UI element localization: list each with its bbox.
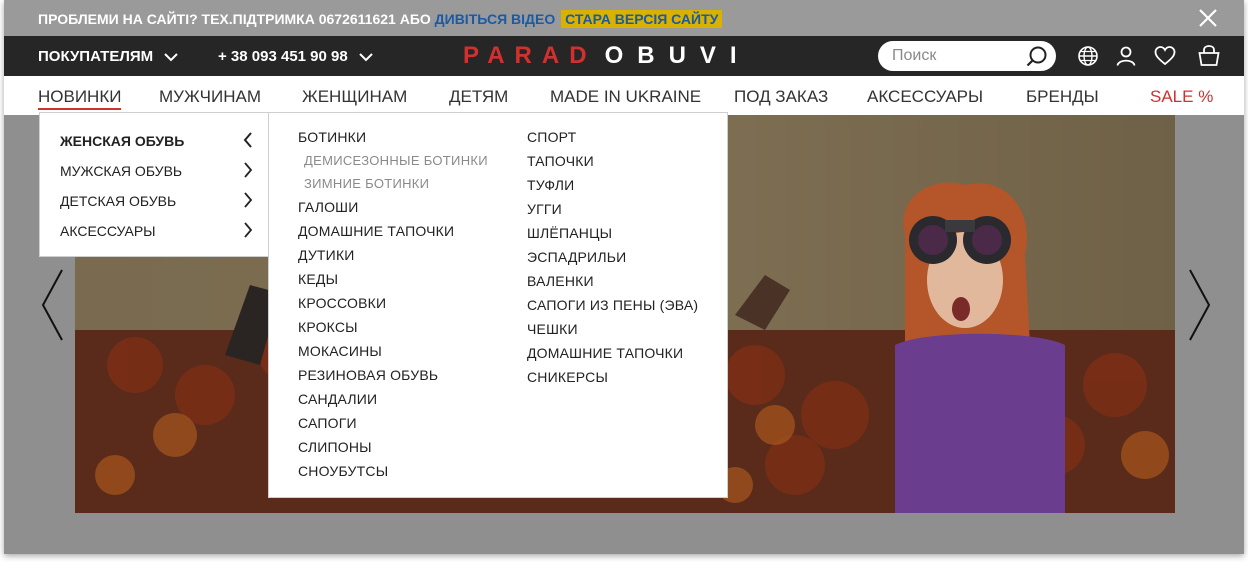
submenu-link[interactable]: САПОГИ	[298, 415, 357, 431]
submenu-link[interactable]: СНОУБУТСЫ	[298, 463, 388, 479]
subcategory-panel: БОТИНКИ ДЕМИСЕЗОННЫЕ БОТИНКИ ЗИМНИЕ БОТИ…	[268, 112, 728, 498]
buyers-menu[interactable]: ПОКУПАТЕЛЯМ	[38, 48, 179, 65]
close-icon[interactable]	[1198, 8, 1218, 28]
submenu-link[interactable]: ДУТИКИ	[298, 247, 355, 263]
main-header: ПОКУПАТЕЛЯМ + 38 093 451 90 98 PARAD OBUV…	[4, 36, 1244, 76]
submenu-link[interactable]: КРОССОВКИ	[298, 295, 386, 311]
submenu-link[interactable]: СПОРТ	[527, 129, 576, 145]
video-link[interactable]: ДИВІТЬСЯ ВІДЕО	[435, 11, 556, 27]
basket-icon[interactable]	[1197, 44, 1221, 68]
category-label: ДЕТСКАЯ ОБУВЬ	[60, 193, 177, 209]
user-icon[interactable]	[1115, 45, 1137, 67]
submenu-link[interactable]: САПОГИ ИЗ ПЕНЫ (ЭВА)	[527, 297, 698, 313]
buyers-label: ПОКУПАТЕЛЯМ	[38, 48, 154, 65]
submenu-link[interactable]: ТАПОЧКИ	[527, 153, 594, 169]
chevron-left-icon	[243, 132, 252, 148]
carousel-next-arrow-icon[interactable]	[1186, 268, 1212, 342]
announcement-text: ПРОБЛЕМИ НА САЙТІ? ТЕХ.ПІДТРИМКА 0672611…	[38, 10, 723, 28]
category-women-shoes[interactable]: ЖЕНСКАЯ ОБУВЬ	[60, 132, 254, 149]
chevron-right-icon	[244, 162, 253, 178]
chevron-right-icon	[244, 222, 253, 238]
submenu-link[interactable]: УГГИ	[527, 201, 562, 217]
nav-item-kids[interactable]: ДЕТЯМ	[449, 87, 508, 107]
nav-item-accessories[interactable]: АКСЕССУАРЫ	[867, 87, 983, 107]
search-box	[878, 41, 1056, 71]
nav-item-new[interactable]: НОВИНКИ	[38, 87, 122, 110]
category-label: ЖЕНСКАЯ ОБУВЬ	[60, 133, 185, 149]
submenu-link[interactable]: ШЛЁПАНЦЫ	[527, 225, 612, 241]
globe-icon[interactable]	[1077, 45, 1099, 67]
category-menu: ЖЕНСКАЯ ОБУВЬ МУЖСКАЯ ОБУВЬ ДЕТСКАЯ ОБУВ…	[39, 112, 269, 257]
nav-item-made-in-ukraine[interactable]: MADE IN UKRAINE	[550, 87, 701, 107]
search-input[interactable]	[892, 47, 1020, 65]
submenu-link[interactable]: КЕДЫ	[298, 271, 338, 287]
nav-item-women[interactable]: ЖЕНЩИНАМ	[302, 87, 407, 107]
submenu-link[interactable]: ДОМАШНИЕ ТАПОЧКИ	[527, 345, 683, 361]
site-logo[interactable]: PARAD OBUVI	[463, 42, 751, 70]
chevron-down-icon	[164, 52, 178, 61]
submenu-link[interactable]: САНДАЛИИ	[298, 391, 377, 407]
submenu-sublink[interactable]: ДЕМИСЕЗОННЫЕ БОТИНКИ	[304, 153, 488, 168]
submenu-link[interactable]: КРОКСЫ	[298, 319, 358, 335]
submenu-link[interactable]: СНИКЕРСЫ	[527, 369, 608, 385]
submenu-link[interactable]: ДОМАШНИЕ ТАПОЧКИ	[298, 223, 454, 239]
support-message: ПРОБЛЕМИ НА САЙТІ? ТЕХ.ПІДТРИМКА 0672611…	[38, 11, 435, 27]
nav-item-sale[interactable]: SALE %	[1150, 87, 1213, 107]
submenu-link[interactable]: РЕЗИНОВАЯ ОБУВЬ	[298, 367, 438, 383]
submenu-sublink[interactable]: ЗИМНИЕ БОТИНКИ	[304, 176, 429, 191]
search-icon[interactable]	[1026, 45, 1048, 67]
phone-number: + 38 093 451 90 98	[218, 48, 348, 65]
chevron-down-icon	[359, 52, 373, 61]
submenu-link[interactable]: ЭСПАДРИЛЬИ	[527, 249, 626, 265]
submenu-link[interactable]: ЧЕШКИ	[527, 321, 578, 337]
nav-item-men[interactable]: МУЖЧИНАМ	[159, 87, 261, 107]
submenu-link[interactable]: ГАЛОШИ	[298, 199, 358, 215]
page-frame: ПРОБЛЕМИ НА САЙТІ? ТЕХ.ПІДТРИМКА 0672611…	[4, 0, 1244, 554]
nav-item-brands[interactable]: БРЕНДЫ	[1026, 87, 1099, 107]
category-label: МУЖСКАЯ ОБУВЬ	[60, 163, 183, 179]
logo-obuvi: OBUVI	[604, 42, 751, 69]
logo-parad: PARAD	[463, 42, 597, 69]
chevron-right-icon	[244, 192, 253, 208]
phone-menu[interactable]: + 38 093 451 90 98	[218, 48, 374, 65]
submenu-link[interactable]: МОКАСИНЫ	[298, 343, 382, 359]
submenu-link[interactable]: СЛИПОНЫ	[298, 439, 372, 455]
announcement-bar: ПРОБЛЕМИ НА САЙТІ? ТЕХ.ПІДТРИМКА 0672611…	[4, 0, 1244, 36]
old-site-link[interactable]: СТАРА ВЕРСІЯ САЙТУ	[561, 10, 723, 28]
category-accessories[interactable]: АКСЕССУАРЫ	[60, 222, 254, 239]
submenu-link[interactable]: БОТИНКИ	[298, 129, 366, 145]
heart-icon[interactable]	[1154, 45, 1176, 67]
category-label: АКСЕССУАРЫ	[60, 223, 156, 239]
carousel-prev-arrow-icon[interactable]	[40, 268, 66, 342]
nav-item-to-order[interactable]: ПОД ЗАКАЗ	[734, 87, 828, 107]
main-nav: НОВИНКИ МУЖЧИНАМ ЖЕНЩИНАМ ДЕТЯМ MADE IN …	[4, 76, 1244, 115]
category-men-shoes[interactable]: МУЖСКАЯ ОБУВЬ	[60, 162, 254, 179]
submenu-link[interactable]: ВАЛЕНКИ	[527, 273, 594, 289]
category-kids-shoes[interactable]: ДЕТСКАЯ ОБУВЬ	[60, 192, 254, 209]
submenu-link[interactable]: ТУФЛИ	[527, 177, 574, 193]
